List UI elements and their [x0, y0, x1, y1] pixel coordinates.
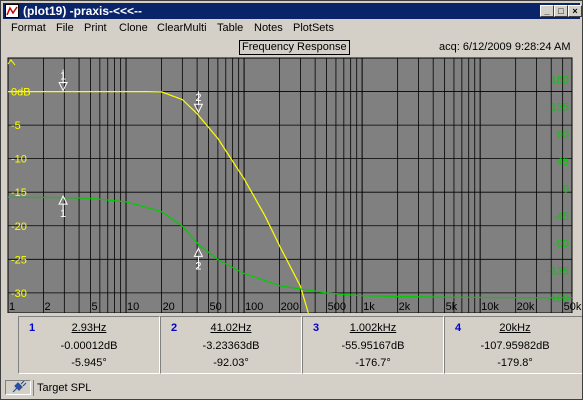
menu-clone[interactable]: Clone: [119, 21, 148, 35]
x-tick-label: 10: [127, 301, 139, 313]
y-left-tick-label: -25: [11, 254, 27, 266]
maximize-button[interactable]: □: [554, 5, 568, 17]
x-tick-label: 20: [163, 301, 175, 313]
x-tick-label: 10k: [481, 301, 499, 313]
x-tick-label: 2k: [399, 301, 411, 313]
menu-file[interactable]: File: [56, 21, 74, 35]
menu-format[interactable]: Format: [11, 21, 46, 35]
marker-magnitude: -107.95982dB: [480, 340, 550, 352]
frequency-response-chart[interactable]: 1 2 5 10 20 50 100 200 500 1k 2k 5k 10k 20k 50k0dB-5-1…: [1, 57, 582, 314]
y-right-tick-label: -90: [553, 238, 569, 250]
marker-frequency[interactable]: 2.93Hz: [19, 322, 159, 334]
marker-box-1[interactable]: 1 2.93Hz -0.00012dB -5.945°: [18, 316, 160, 374]
marker-magnitude: -3.23363dB: [202, 340, 260, 352]
chart-title[interactable]: Frequency Response: [239, 40, 350, 55]
x-tick-label: 1: [9, 301, 15, 313]
app-icon: [5, 4, 19, 18]
marker-label: 1: [60, 208, 66, 220]
marker-frequency[interactable]: 1.002kHz: [303, 322, 443, 334]
x-tick-label: 1k: [363, 301, 375, 313]
marker-frequency[interactable]: 20kHz: [445, 322, 582, 334]
minimize-icon: _: [544, 6, 550, 16]
status-divider: [33, 380, 34, 396]
y-right-tick-label: -180: [547, 293, 569, 305]
menu-bar: Format File Print Clone ClearMulti Table…: [3, 20, 580, 37]
acquisition-timestamp: acq: 6/12/2009 9:28:24 AM: [439, 41, 571, 53]
marker-phase: -5.945°: [71, 357, 107, 369]
marker-box-3[interactable]: 3 1.002kHz -55.95167dB -176.7°: [302, 316, 444, 374]
y-left-tick-label: -20: [11, 221, 27, 233]
y-right-tick-label: -45: [553, 211, 569, 223]
y-left-tick-label: -10: [11, 154, 27, 166]
x-tick-label: 20k: [517, 301, 535, 313]
marker-magnitude: -55.95167dB: [341, 340, 405, 352]
y-right-tick-label: 0: [563, 184, 569, 196]
menu-plotsets[interactable]: PlotSets: [293, 21, 334, 35]
marker-phase: -92.03°: [213, 357, 249, 369]
marker-box-4[interactable]: 4 20kHz -107.95982dB -179.8°: [444, 316, 582, 374]
x-tick-label: 2: [45, 301, 51, 313]
window-title: (plot19) -praxis-<<<--: [23, 4, 143, 18]
app-window: (plot19) -praxis-<<<-- _ □ × Format File…: [0, 0, 583, 400]
y-right-tick-label: -135: [547, 266, 569, 278]
plot-area[interactable]: 1 2 5 10 20 50 100 200 500 1k 2k 5k 10k 20k 50k 0dB -5 -1…: [1, 57, 582, 314]
marker-frequency[interactable]: 41.02Hz: [161, 322, 301, 334]
menu-clearmulti[interactable]: ClearMulti: [157, 21, 207, 35]
x-tick-label: 5: [92, 301, 98, 313]
x-tick-label: 50: [210, 301, 222, 313]
marker-readouts: 1 2.93Hz -0.00012dB -5.945° 2 41.02Hz -3…: [1, 313, 582, 377]
status-text: Target SPL: [37, 382, 92, 394]
y-left-tick-label: -15: [11, 187, 27, 199]
minimize-button[interactable]: _: [540, 5, 554, 17]
x-tick-label: 200: [281, 301, 299, 313]
status-bar: Target SPL: [3, 379, 580, 397]
y-right-tick-label: 135: [551, 102, 569, 114]
y-right-tick-label: 180: [551, 74, 569, 86]
menu-table[interactable]: Table: [217, 21, 243, 35]
marker-label: 1: [60, 71, 66, 83]
marker-phase: -176.7°: [355, 357, 391, 369]
y-left-tick-label: -5: [11, 120, 21, 132]
menu-notes[interactable]: Notes: [254, 21, 283, 35]
menu-print[interactable]: Print: [84, 21, 107, 35]
marker-phase: -179.8°: [497, 357, 533, 369]
close-button[interactable]: ×: [568, 5, 582, 17]
title-bar[interactable]: (plot19) -praxis-<<<-- _ □ ×: [3, 3, 582, 19]
status-icon-button[interactable]: [5, 380, 31, 395]
plot-header: Frequency Response acq: 6/12/2009 9:28:2…: [3, 39, 580, 57]
x-tick-label: 100: [245, 301, 263, 313]
y-right-tick-label: 45: [557, 156, 569, 168]
y-left-tick-label: -30: [11, 288, 27, 300]
marker-label: 2: [195, 92, 201, 104]
plot-background: [7, 57, 573, 314]
y-left-tick-label: 0dB: [11, 87, 31, 99]
plug-icon: [12, 380, 27, 393]
x-tick-label: 5k: [446, 301, 458, 313]
marker-label: 2: [195, 260, 201, 272]
marker-magnitude: -0.00012dB: [60, 340, 118, 352]
maximize-icon: □: [558, 6, 564, 16]
x-tick-label: 500: [328, 301, 346, 313]
close-icon: ×: [572, 6, 578, 16]
y-right-tick-label: 90: [557, 129, 569, 141]
marker-box-2[interactable]: 2 41.02Hz -3.23363dB -92.03°: [160, 316, 302, 374]
